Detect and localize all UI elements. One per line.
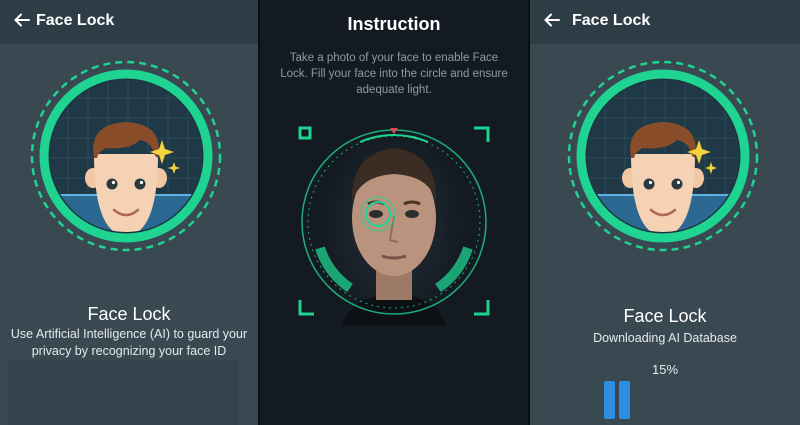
- card-title: Face Lock: [623, 306, 707, 326]
- arrow-left-icon[interactable]: [540, 8, 564, 32]
- pause-button[interactable]: [604, 381, 632, 419]
- progress-percent: 15%: [651, 362, 679, 377]
- pause-icon: [604, 381, 615, 419]
- instruction-line-2: Lock. Fill your face into the circle and…: [280, 68, 508, 80]
- arrow-left-icon[interactable]: [10, 8, 34, 32]
- description-line-2: privacy by recognizing your face ID: [31, 344, 227, 358]
- corner-marker-tr: [474, 126, 490, 142]
- app-bar-title: Face Lock: [36, 12, 115, 29]
- instruction-screen: Instruction Take a photo of your face to…: [260, 0, 528, 425]
- face-lock-download-screen: Face Lock Face Lock Downloading AI Datab…: [530, 0, 800, 425]
- face-avatar-illustration: [567, 60, 759, 252]
- app-bar: Face Lock: [0, 0, 258, 44]
- instruction-title: Instruction: [347, 14, 441, 34]
- face-lock-intro-screen: Face Lock Face Lock Use Artificial Intel…: [0, 0, 258, 425]
- description-line-1: Use Artificial Intelligence (AI) to guar…: [10, 327, 248, 341]
- app-bar: Face Lock: [530, 0, 800, 44]
- face-scan-viewfinder: [298, 126, 490, 326]
- card-description: Use Artificial Intelligence (AI) to guar…: [8, 326, 250, 360]
- face-avatar-illustration: [30, 60, 222, 252]
- corner-marker-br: [474, 300, 490, 316]
- instruction-text: Take a photo of your face to enable Face…: [274, 50, 514, 98]
- bottom-area: [8, 360, 238, 425]
- instruction-line-1: Take a photo of your face to enable Face: [289, 52, 499, 64]
- corner-marker-bl: [298, 300, 314, 316]
- corner-marker-tl: [298, 126, 312, 140]
- app-bar-title: Face Lock: [572, 12, 651, 29]
- download-status: Downloading AI Database: [593, 331, 737, 345]
- face-photo: [320, 126, 468, 326]
- instruction-line-3: adequate light.: [356, 84, 432, 96]
- pause-icon-bar: [619, 381, 630, 419]
- card-title: Face Lock: [87, 304, 171, 324]
